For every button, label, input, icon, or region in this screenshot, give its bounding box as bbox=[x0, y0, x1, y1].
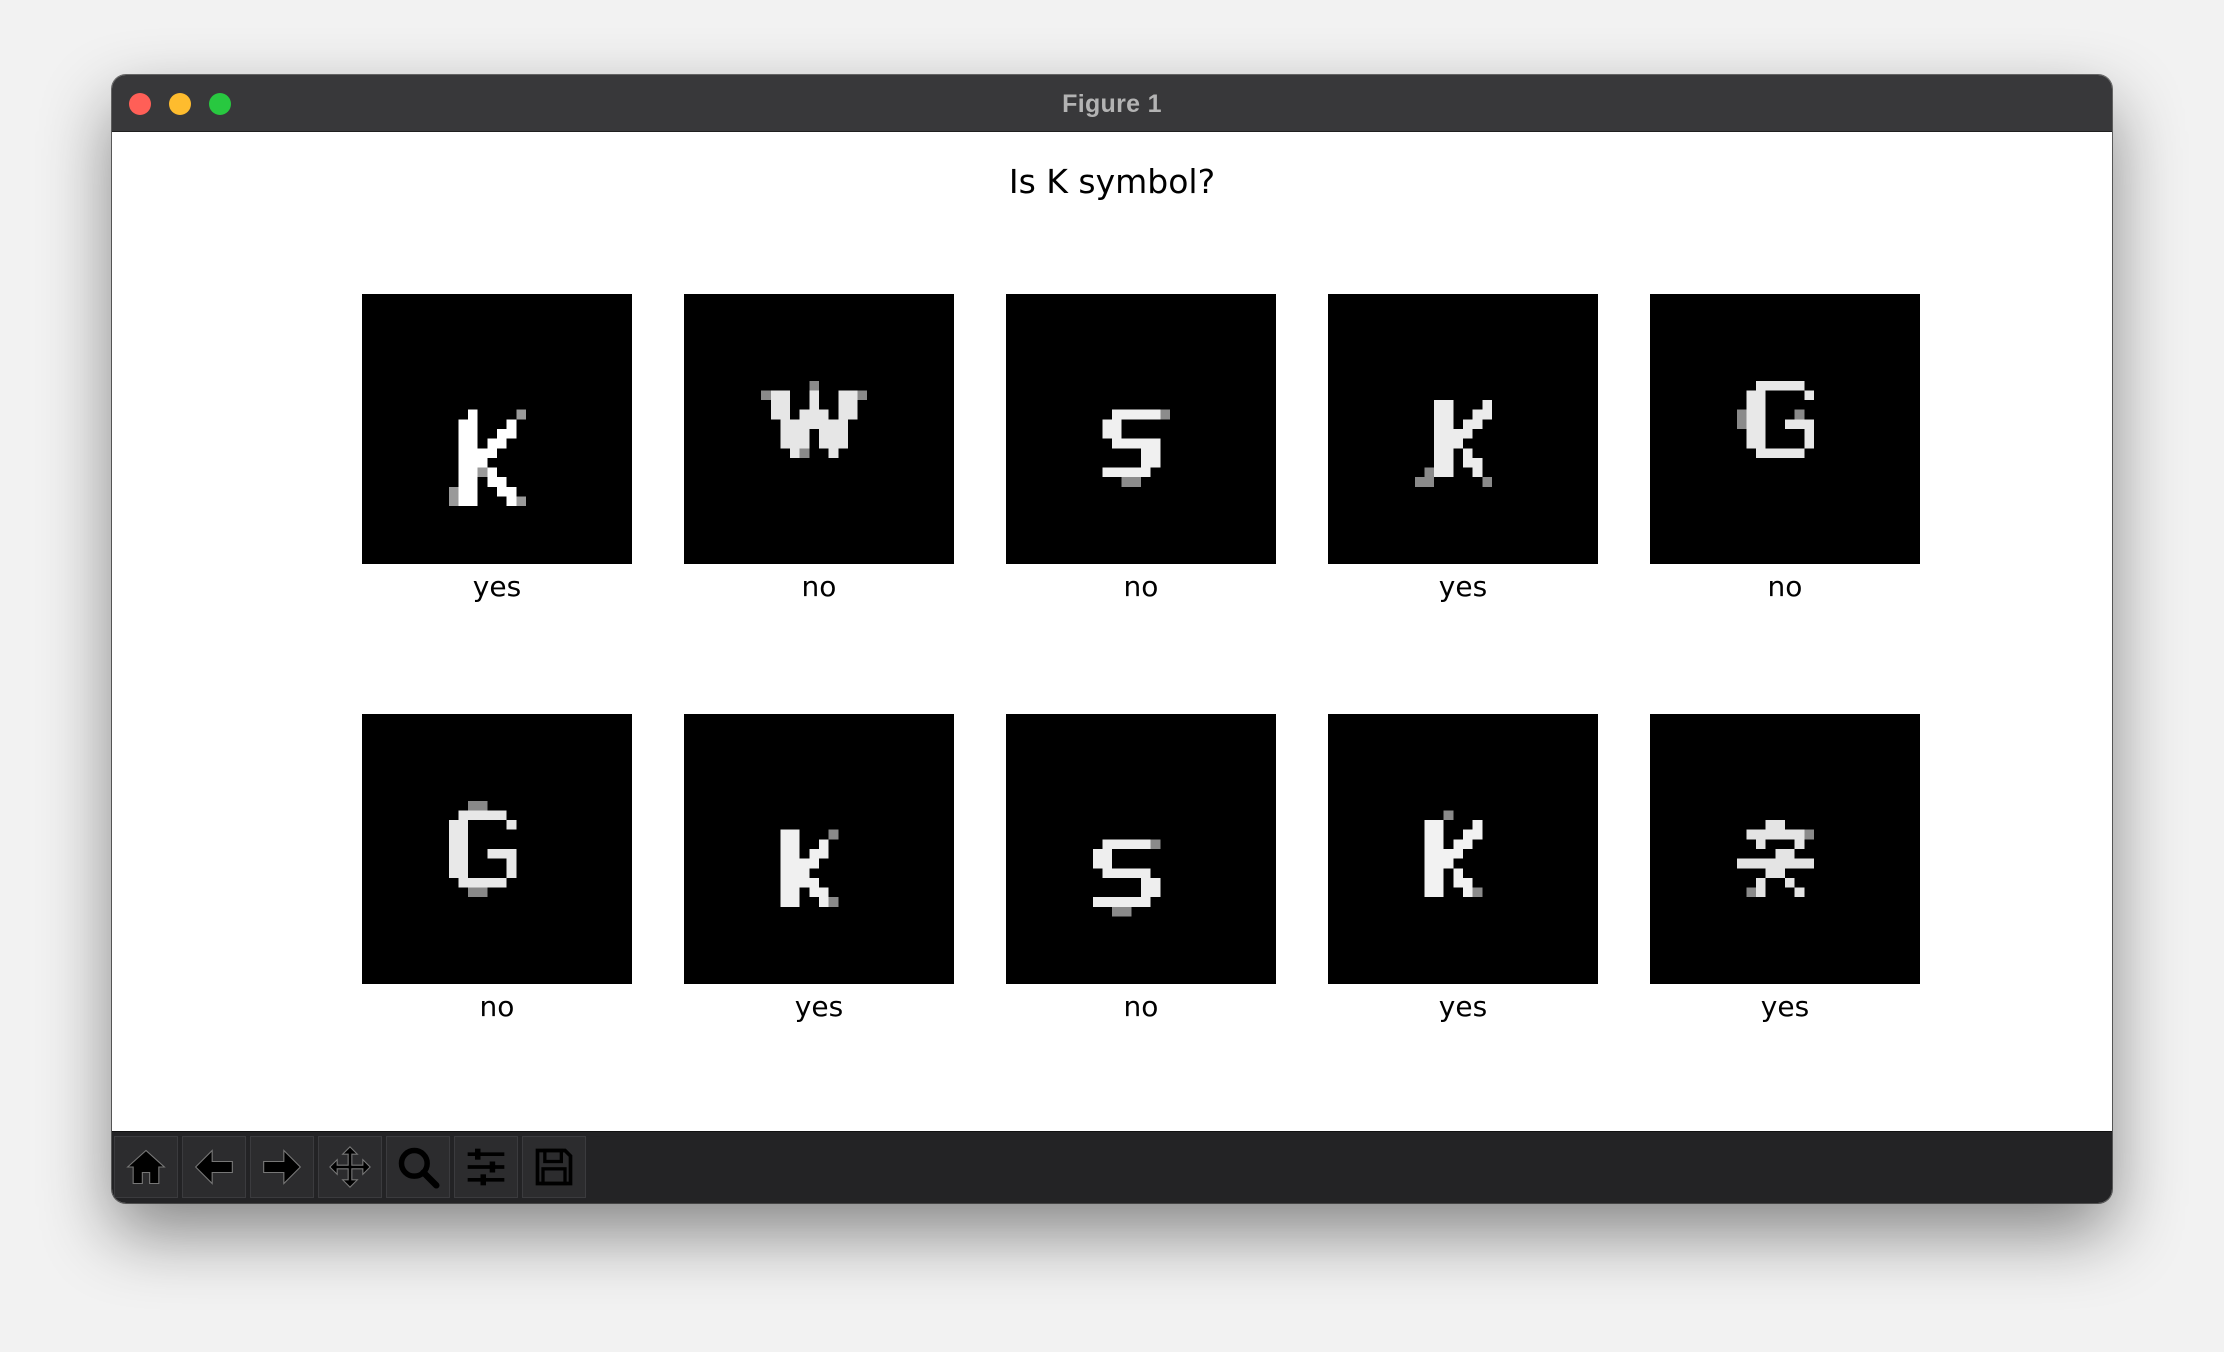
forward-button[interactable] bbox=[250, 1136, 314, 1198]
subplot-panel: no bbox=[1650, 294, 1920, 603]
character-image bbox=[362, 714, 632, 984]
pan-button[interactable] bbox=[318, 1136, 382, 1198]
panel-label: yes bbox=[1438, 570, 1488, 603]
zoom-button[interactable] bbox=[386, 1136, 450, 1198]
subplot-panel: yes bbox=[1328, 294, 1598, 603]
pan-move-icon bbox=[329, 1146, 371, 1188]
character-image bbox=[1328, 294, 1598, 564]
subplot-panel: yes bbox=[1328, 714, 1598, 1023]
subplot-panel: no bbox=[362, 714, 632, 1023]
subplot-panel: no bbox=[684, 294, 954, 603]
panel-label: no bbox=[1767, 570, 1803, 603]
subplot-panel: yes bbox=[362, 294, 632, 603]
character-image bbox=[1006, 294, 1276, 564]
panel-label: yes bbox=[794, 990, 844, 1023]
panel-label: yes bbox=[1760, 990, 1810, 1023]
save-button[interactable] bbox=[522, 1136, 586, 1198]
panel-label: no bbox=[1123, 570, 1159, 603]
character-image bbox=[1328, 714, 1598, 984]
subplot-panel: yes bbox=[1650, 714, 1920, 1023]
configure-subplots-icon bbox=[467, 1148, 505, 1186]
back-arrow-icon bbox=[194, 1149, 233, 1185]
panel-label: yes bbox=[1438, 990, 1488, 1023]
panel-label: no bbox=[479, 990, 515, 1023]
home-icon bbox=[126, 1149, 166, 1185]
save-floppy-icon bbox=[535, 1148, 573, 1186]
character-image bbox=[1006, 714, 1276, 984]
panel-label: no bbox=[801, 570, 837, 603]
character-image bbox=[1650, 714, 1920, 984]
navigation-toolbar bbox=[112, 1131, 2112, 1203]
subplot-panel: no bbox=[1006, 294, 1276, 603]
subplot-panel: no bbox=[1006, 714, 1276, 1023]
subplot-grid: yes no no yes no no yes no yes yes bbox=[112, 75, 2112, 1203]
subplot-panel: yes bbox=[684, 714, 954, 1023]
home-button[interactable] bbox=[114, 1136, 178, 1198]
forward-arrow-icon bbox=[263, 1149, 302, 1185]
figure-window: Figure 1 Is K symbol? yes no no yes no n… bbox=[112, 75, 2112, 1203]
back-button[interactable] bbox=[182, 1136, 246, 1198]
zoom-magnifier-icon bbox=[398, 1147, 440, 1189]
character-image bbox=[684, 294, 954, 564]
character-image bbox=[362, 294, 632, 564]
panel-label: yes bbox=[472, 570, 522, 603]
character-image bbox=[1650, 294, 1920, 564]
configure-subplots-button[interactable] bbox=[454, 1136, 518, 1198]
panel-label: no bbox=[1123, 990, 1159, 1023]
character-image bbox=[684, 714, 954, 984]
